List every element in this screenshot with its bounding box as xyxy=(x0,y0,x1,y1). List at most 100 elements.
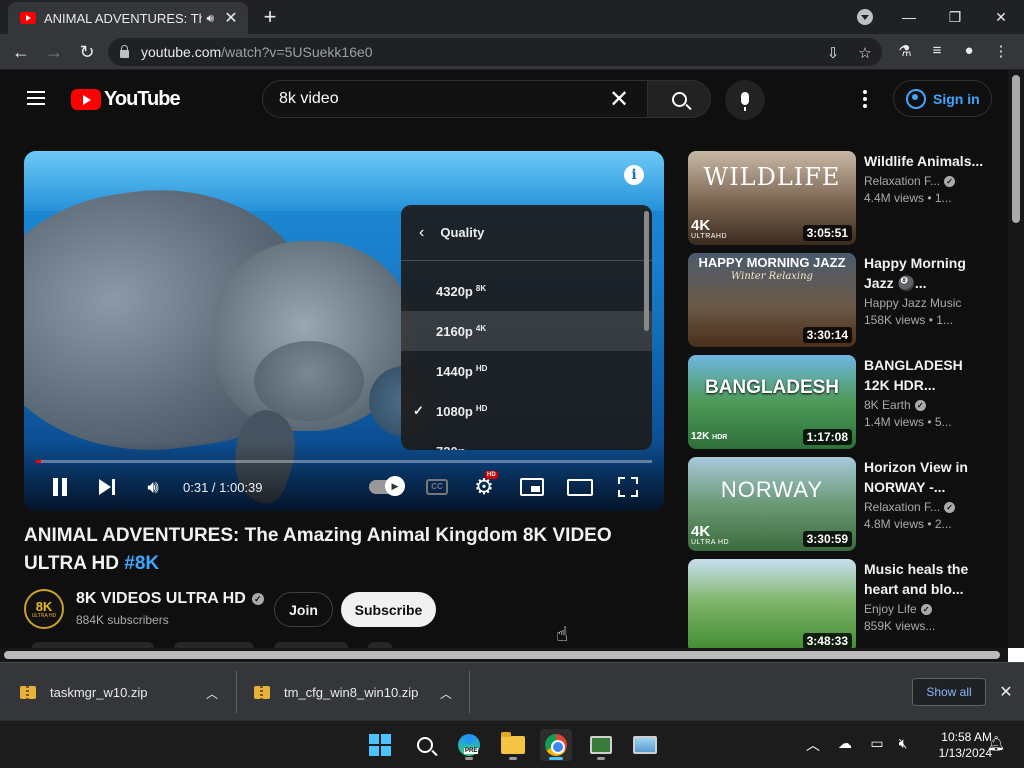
reload-icon[interactable]: ↻ xyxy=(75,40,99,64)
extensions-flask-icon[interactable]: ⚗︎ xyxy=(894,42,916,62)
horizontal-scrollbar[interactable] xyxy=(0,648,1008,662)
recommendation-item[interactable]: NORWAY 4K ULTRA HD 3:30:59 Horizon View i… xyxy=(688,457,988,551)
taskbar-search-button[interactable] xyxy=(409,729,441,761)
browser-toolbar: ← → ↻ youtube.com /watch?v=5USuekk16e0 ⇩… xyxy=(0,34,1024,70)
speaker-icon[interactable]: 🔊︎ xyxy=(206,11,214,26)
clear-search-icon[interactable]: ✕ xyxy=(607,85,631,114)
quality-menu-header[interactable]: ‹ Quality xyxy=(401,205,652,261)
captions-button[interactable]: CC xyxy=(424,473,450,501)
speaker-muted-icon[interactable]: 🔇︎ xyxy=(893,735,913,752)
recommendation-title[interactable]: Happy Morning Jazz 🎱... xyxy=(864,253,988,293)
taskbar-file-explorer[interactable] xyxy=(497,729,529,761)
video-hashtag[interactable]: #8K xyxy=(124,553,159,574)
channel-avatar[interactable]: 8K ULTRA HD xyxy=(24,589,64,629)
install-app-icon[interactable]: ⇩ xyxy=(824,44,842,62)
profile-icon[interactable]: ● xyxy=(958,42,980,62)
checkmark-icon: ✓ xyxy=(413,403,424,418)
scrollbar-corner xyxy=(1008,648,1024,662)
taskbar-app-monitor[interactable] xyxy=(629,729,661,761)
quality-option-4320p[interactable]: 4320p 8K xyxy=(401,271,652,311)
media-playlist-icon[interactable]: ≡ xyxy=(926,42,948,62)
new-tab-button[interactable]: + xyxy=(258,4,282,30)
recommendation-thumbnail[interactable]: 3:48:33 xyxy=(688,559,856,650)
tab-search-icon[interactable] xyxy=(857,9,873,25)
restore-icon[interactable]: ❐ xyxy=(932,0,978,34)
window-close-icon[interactable]: ✕ xyxy=(978,0,1024,34)
join-button[interactable]: Join xyxy=(274,592,333,627)
forward-arrow-icon[interactable]: → xyxy=(42,40,66,64)
quality-option-1440p[interactable]: 1440p HD xyxy=(401,351,652,391)
recommendation-title[interactable]: Wildlife Animals... xyxy=(864,151,988,171)
notification-bell-icon[interactable]: 🔔︎ xyxy=(986,735,1006,752)
settings-kebab-icon[interactable] xyxy=(858,90,872,108)
show-all-downloads-button[interactable]: Show all xyxy=(912,678,986,706)
recommendation-title[interactable]: Music heals the heart and blo... xyxy=(864,559,988,599)
channel-name[interactable]: 8K VIDEOS ULTRA HD ✓ xyxy=(76,590,264,608)
windows-taskbar: PRE ︿ ☁︎ ▭ 🔇︎ 10:58 AM 1/13/2024 🔔︎ xyxy=(0,720,1024,768)
search-input[interactable] xyxy=(279,90,607,108)
monitor-icon[interactable]: ▭ xyxy=(867,735,887,752)
taskbar-edge[interactable]: PRE xyxy=(453,729,485,761)
browser-menu-icon[interactable]: ⋮ xyxy=(990,42,1012,62)
chevron-up-icon[interactable]: ︿ xyxy=(803,735,823,755)
minimize-icon[interactable]: — xyxy=(886,0,932,34)
voice-search-button[interactable] xyxy=(725,80,765,120)
address-bar[interactable]: youtube.com /watch?v=5USuekk16e0 ⇩ ☆ xyxy=(108,38,882,66)
chevron-up-icon[interactable]: ︿ xyxy=(205,685,219,701)
recommendation-item[interactable]: BANGLADESH 12K HDR 1:17:08 BANGLADESH 12… xyxy=(688,355,988,449)
recommendation-thumbnail[interactable]: HAPPY MORNING JAZZ Winter Relaxing 3:30:… xyxy=(688,253,856,347)
recommendation-title[interactable]: Horizon View in NORWAY -... xyxy=(864,457,988,497)
hamburger-menu-icon[interactable] xyxy=(27,91,45,105)
taskbar-app-task-manager[interactable] xyxy=(585,729,617,761)
video-player[interactable]: i ‹ Quality 4320p 8K 2160p 4K 1440p HD ✓ 10… xyxy=(24,151,664,511)
recommendation-channel[interactable]: Relaxation F... ✓ xyxy=(864,500,988,514)
download-item[interactable]: taskmgr_w10.zip xyxy=(20,663,148,721)
quality-label: 1440p xyxy=(436,363,473,379)
recommendation-channel[interactable]: Happy Jazz Music xyxy=(864,296,988,310)
tab-close-icon[interactable]: ✕ xyxy=(222,8,240,28)
close-downloads-icon[interactable]: ✕ xyxy=(996,682,1016,702)
bookmark-star-icon[interactable]: ☆ xyxy=(856,44,874,62)
recommendation-channel[interactable]: 8K Earth ✓ xyxy=(864,398,988,412)
taskbar-chrome[interactable] xyxy=(540,729,572,761)
search-button[interactable] xyxy=(648,80,711,118)
chevron-left-icon[interactable]: ‹ xyxy=(419,224,424,242)
recommendation-item[interactable]: HAPPY MORNING JAZZ Winter Relaxing 3:30:… xyxy=(688,253,988,347)
chevron-up-icon[interactable]: ︿ xyxy=(439,685,453,701)
vertical-scrollbar[interactable] xyxy=(1008,70,1024,650)
browser-tab[interactable]: ANIMAL ADVENTURES: The Am 🔊︎ ✕ xyxy=(8,2,248,34)
pause-button[interactable] xyxy=(48,473,72,501)
download-item[interactable]: tm_cfg_win8_win10.zip xyxy=(254,663,418,721)
next-button[interactable] xyxy=(96,473,120,501)
sign-in-button[interactable]: Sign in xyxy=(893,80,992,117)
recommendation-channel[interactable]: Relaxation F... ✓ xyxy=(864,174,988,188)
miniplayer-button[interactable] xyxy=(518,473,546,501)
info-icon[interactable]: i xyxy=(624,165,644,185)
recommendation-thumbnail[interactable]: NORWAY 4K ULTRA HD 3:30:59 xyxy=(688,457,856,551)
autoplay-toggle[interactable] xyxy=(368,473,405,501)
recommendation-channel[interactable]: Enjoy Life ✓ xyxy=(864,602,988,616)
settings-button[interactable]: ⚙ HD xyxy=(470,471,498,501)
recommendation-title[interactable]: BANGLADESH 12K HDR... xyxy=(864,355,988,395)
horizontal-scrollbar-thumb[interactable] xyxy=(4,651,1000,659)
quality-option-2160p[interactable]: 2160p 4K xyxy=(401,311,652,351)
progress-bar[interactable] xyxy=(36,460,652,463)
download-file-name: taskmgr_w10.zip xyxy=(50,684,148,700)
youtube-logo[interactable]: YouTube xyxy=(71,88,181,111)
theater-mode-button[interactable] xyxy=(566,473,594,501)
quality-label: 1080p xyxy=(436,403,473,419)
vertical-scrollbar-thumb[interactable] xyxy=(1012,75,1020,223)
start-button[interactable] xyxy=(364,729,396,761)
fullscreen-button[interactable] xyxy=(616,473,640,501)
recommendation-item[interactable]: 3:48:33 Music heals the heart and blo...… xyxy=(688,559,988,650)
recommendation-thumbnail[interactable]: WILDLIFE 4K ULTRAHD 3:05:51 xyxy=(688,151,856,245)
recommendation-thumbnail[interactable]: BANGLADESH 12K HDR 1:17:08 xyxy=(688,355,856,449)
system-clock[interactable]: 10:58 AM 1/13/2024 xyxy=(918,729,992,761)
network-disconnected-icon[interactable]: ☁︎ xyxy=(835,735,855,752)
volume-icon[interactable]: 🔊︎ xyxy=(140,473,166,501)
quality-option-1080p[interactable]: ✓ 1080p HD xyxy=(401,391,652,431)
subscribe-button[interactable]: Subscribe xyxy=(341,592,436,627)
quality-menu-scrollbar[interactable] xyxy=(644,211,649,331)
recommendation-item[interactable]: WILDLIFE 4K ULTRAHD 3:05:51 Wildlife Anim… xyxy=(688,151,988,245)
back-arrow-icon[interactable]: ← xyxy=(9,40,33,64)
